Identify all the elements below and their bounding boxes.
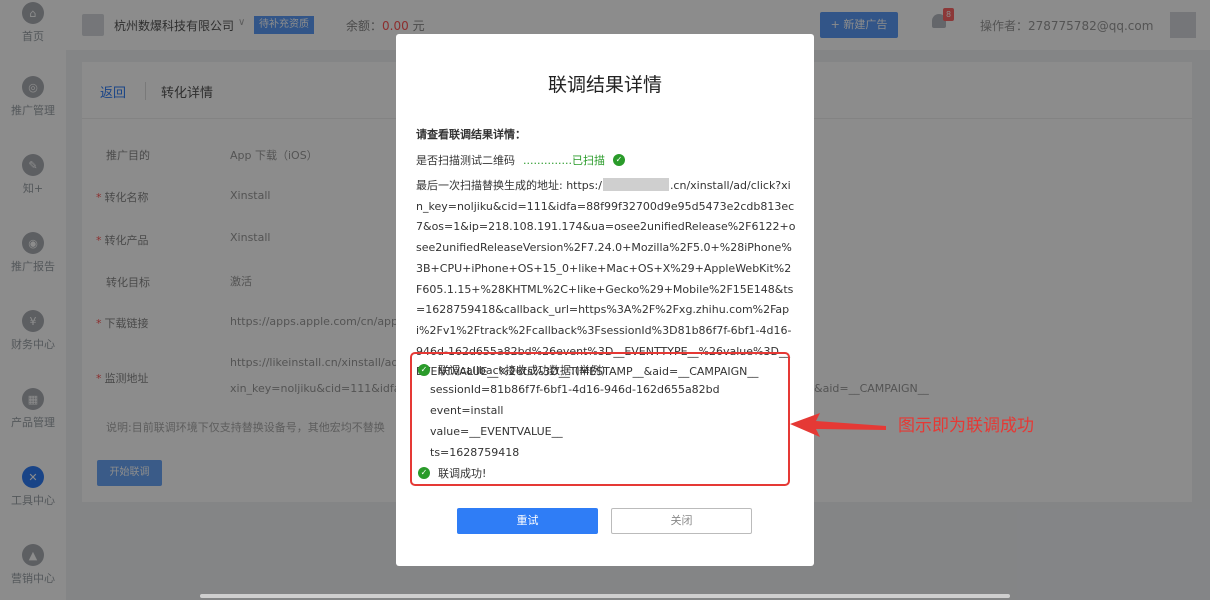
scan-label: 是否扫描测试二维码 (416, 154, 515, 167)
callback-title: 联调callback接收成功数据:(举例) (438, 364, 606, 377)
callback-result-box: ✓ 联调callback接收成功数据:(举例) sessionId=81b86f… (410, 352, 790, 486)
check-circle-icon: ✓ (418, 467, 430, 479)
callback-line: sessionId=81b86f7f-6bf1-4d16-946d-162d65… (430, 383, 720, 396)
debug-result-modal: 联调结果详情 请查看联调结果详情： 是否扫描测试二维码 ............… (396, 34, 814, 566)
horizontal-scrollbar[interactable] (200, 594, 1010, 598)
annotation-text: 图示即为联调成功 (898, 416, 1034, 436)
address-prefix: 最后一次扫描替换生成的地址: https:/ (416, 179, 602, 192)
callback-line: ts=1628759418 (430, 446, 520, 459)
close-button[interactable]: 关闭 (611, 508, 752, 534)
modal-title: 联调结果详情 (547, 74, 662, 96)
callback-title-row: ✓ 联调callback接收成功数据:(举例) (418, 362, 605, 378)
check-circle-icon: ✓ (612, 154, 625, 166)
callback-line: value=__EVENTVALUE__ (430, 425, 563, 438)
scan-status-row: 是否扫描测试二维码 ..............已扫描 ✓ (416, 152, 625, 168)
modal-subtitle: 请查看联调结果详情： (416, 128, 526, 141)
check-circle-icon: ✓ (418, 364, 430, 376)
callback-line: event=install (430, 404, 504, 417)
success-row: ✓ 联调成功! (418, 465, 486, 481)
success-text: 联调成功! (438, 467, 487, 480)
red-arrow-icon (790, 413, 886, 437)
address-rest: .cn/xinstall/ad/click?xin_key=noljiku&ci… (416, 179, 796, 379)
retry-button[interactable]: 重试 (457, 508, 598, 534)
redacted-block (602, 178, 669, 191)
scan-status: ..............已扫描 (523, 154, 605, 167)
